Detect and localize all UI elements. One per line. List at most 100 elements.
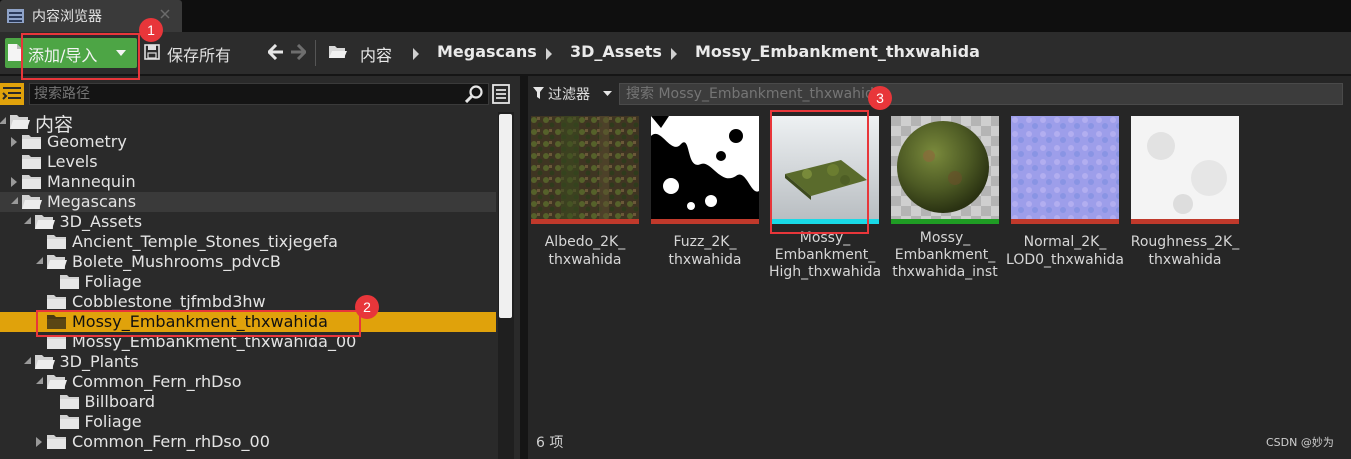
asset-name-line: High_thxwahida [768,264,882,280]
annotation-box-3 [770,110,869,234]
filter-funnel-icon [533,87,544,99]
tree-item-label: Cobblestone_tjfmbd3hw [72,292,266,311]
scrollbar-thumb[interactable] [499,114,512,318]
breadcrumb-item-3d-assets[interactable]: 3D_Assets [570,42,662,61]
tree-item[interactable]: 内容 [0,112,496,136]
tree-item[interactable]: Mannequin [0,172,496,192]
tree-item-label: Common_Fern_rhDso [72,372,242,391]
tree-item[interactable]: Foliage [0,272,496,292]
tree-item-label: 3D_Assets [59,212,143,231]
folder-open-icon[interactable] [329,44,347,59]
asset-type-color-bar [531,219,639,224]
asset-name: Fuzz_2K_ thxwahida [645,233,765,283]
save-icon [144,44,160,60]
arrow-right-icon[interactable] [290,44,306,60]
expanded-arrow-icon[interactable] [23,357,31,364]
asset-tile[interactable]: Normal_2K_ LOD0_thxwahida [1006,116,1124,281]
close-tab-icon[interactable] [160,9,170,19]
tree-item[interactable]: Common_Fern_rhDso_00 [0,432,496,452]
asset-thumbnail-normal[interactable] [1011,116,1119,219]
asset-name: Roughness_2K_ thxwahida [1125,233,1245,283]
chevron-down-icon [603,91,612,96]
view-options-icon[interactable] [492,84,510,104]
asset-type-color-bar [1131,219,1239,224]
tree-scrollbar[interactable] [498,112,514,459]
folder-icon [22,155,41,169]
asset-search-input[interactable] [619,83,1343,105]
collapsed-arrow-icon[interactable] [11,177,17,187]
tree-item-label: Foliage [84,272,142,291]
asset-name-line: Embankment_ [774,247,876,263]
asset-type-color-bar [651,219,759,224]
collapsed-arrow-icon[interactable] [11,137,17,147]
asset-thumbnail-sphere[interactable] [891,116,999,219]
expanded-arrow-icon[interactable] [36,377,43,384]
tab-strip: 内容浏览器 [0,0,1351,32]
save-all-label: 保存所有 [167,46,232,65]
asset-name-line: Mossy_ [919,230,971,246]
folder-icon [22,135,41,149]
annotation-badge-3: 3 [868,86,892,110]
toolbar: 添加/导入 保存所有 内容 Megascans 3D_Assets Mossy_… [0,32,1351,74]
expanded-arrow-icon[interactable] [23,217,31,224]
asset-name-line: Roughness_2K_ [1130,234,1240,250]
collapsed-arrow-icon[interactable] [36,437,42,447]
asset-thumbnail-albedo[interactable] [531,116,639,219]
tree-item-label: Levels [47,152,98,171]
breadcrumb-item-current-folder[interactable]: Mossy_Embankment_thxwahida [695,42,980,61]
asset-name-line: LOD0_thxwahida [1006,252,1124,268]
tree-item[interactable]: Megascans [0,192,496,212]
arrow-left-icon[interactable] [268,44,284,60]
asset-thumbnail-fuzz[interactable] [651,116,759,219]
asset-name-line: Embankment_ [894,247,996,263]
asset-type-color-bar [1011,219,1119,224]
path-search-input[interactable] [29,83,489,105]
folder-open-icon [34,215,55,229]
toolbar-divider [315,40,316,66]
asset-thumbnail-roughness[interactable] [1131,116,1239,219]
tree-item[interactable]: Geometry [0,132,496,152]
asset-name-line: Fuzz_2K_ [673,234,737,250]
annotation-box-2 [36,310,361,337]
sources-toggle-icon[interactable] [0,83,24,105]
breadcrumb-separator-icon[interactable] [413,48,419,60]
new-document-icon [8,44,22,61]
asset-tile[interactable]: Fuzz_2K_ thxwahida [651,116,759,281]
tree-item[interactable]: Common_Fern_rhDso [0,372,496,392]
tree-item[interactable]: Bolete_Mushrooms_pdvcB [0,252,496,272]
tree-item-label: Foliage [84,412,142,431]
tree-item[interactable]: Foliage [0,412,496,432]
asset-view-panel: 过滤器 Albedo_2K_ thxwahida Fuzz_2K_ thxwahida… [528,76,1351,459]
breadcrumb-separator-icon[interactable] [671,48,677,60]
asset-name-line: Normal_2K_ [1023,234,1107,250]
breadcrumb-item-content[interactable]: 内容 [360,42,392,66]
tree-item-label: Common_Fern_rhDso_00 [72,432,270,451]
asset-name-line: thxwahida [668,252,742,268]
expanded-arrow-icon[interactable] [0,117,6,124]
breadcrumb-separator-icon[interactable] [546,48,552,60]
tree-item[interactable]: Levels [0,152,496,172]
expanded-arrow-icon[interactable] [36,257,43,264]
filters-label: 过滤器 [548,87,590,103]
tree-item-label: Mannequin [47,172,136,191]
content-browser-window: 内容浏览器 添加/导入 保存所有 内容 Megascans 3D_Assets … [0,0,1351,459]
search-icon[interactable] [465,85,483,103]
item-count: 6 项 [536,435,564,451]
asset-tile[interactable]: Roughness_2K_ thxwahida [1131,116,1239,281]
tree-item[interactable]: 3D_Assets [0,212,496,232]
asset-tile[interactable]: Albedo_2K_ thxwahida [531,116,639,281]
folder-open-icon [47,375,67,389]
folder-icon [59,275,79,289]
tree-item[interactable]: Ancient_Temple_Stones_tixjegefa [0,232,496,252]
tab-title: 内容浏览器 [32,9,102,25]
folder-icon [47,435,66,449]
folder-open-icon [22,195,42,209]
tree-item[interactable]: Cobblestone_tjfmbd3hw [0,292,496,312]
folder-icon [59,415,79,429]
expanded-arrow-icon[interactable] [11,197,18,204]
tree-item[interactable]: 3D_Plants [0,352,496,372]
asset-tile[interactable]: Mossy_ Embankment_ thxwahida_inst [891,116,999,281]
tree-item[interactable]: Billboard [0,392,496,412]
folder-open-icon [34,355,55,369]
breadcrumb-item-megascans[interactable]: Megascans [437,42,537,61]
